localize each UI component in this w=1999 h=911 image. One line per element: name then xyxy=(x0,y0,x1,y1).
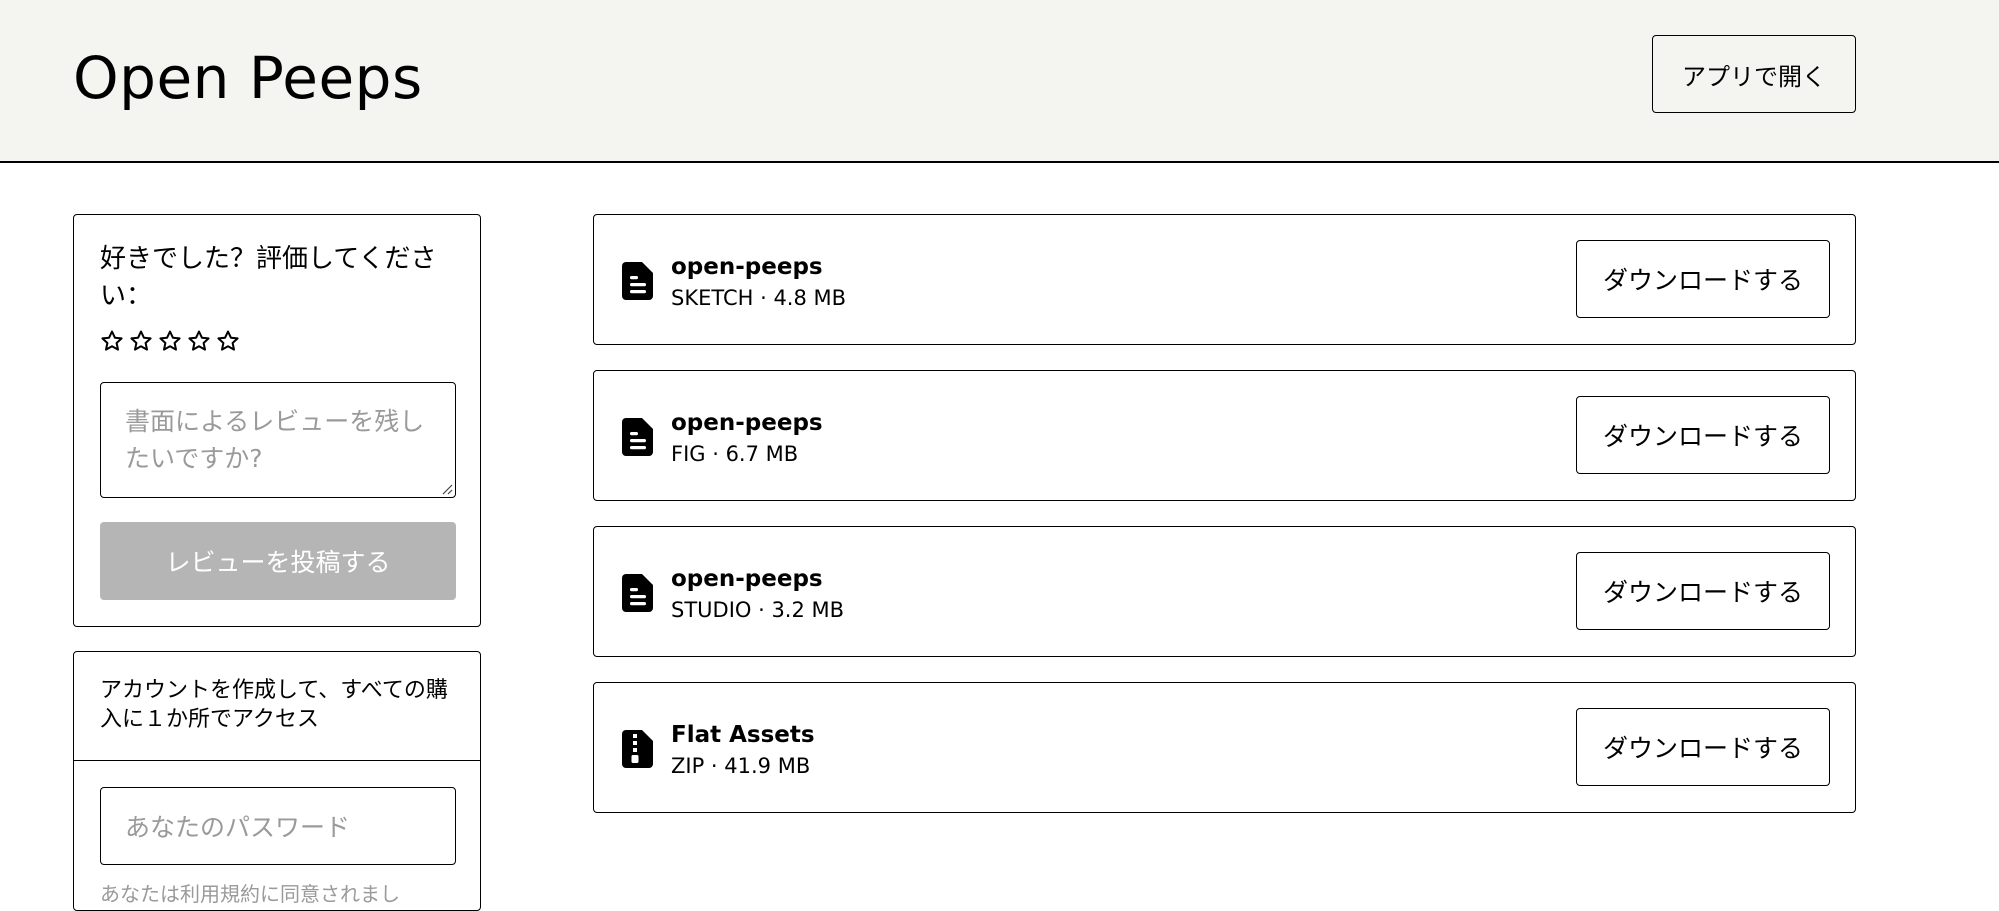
star-rating[interactable] xyxy=(100,329,240,353)
file-text-icon xyxy=(622,418,653,456)
download-button[interactable]: ダウンロードする xyxy=(1576,552,1830,630)
post-review-button[interactable]: レビューを投稿する xyxy=(100,522,456,600)
divider xyxy=(74,760,480,761)
file-meta: SKETCH · 4.8 MB xyxy=(671,286,847,310)
star-icon-1[interactable] xyxy=(100,329,124,353)
password-placeholder: あなたのパスワード xyxy=(125,813,351,842)
download-button[interactable]: ダウンロードする xyxy=(1576,240,1830,318)
file-name: open-peeps xyxy=(671,254,823,280)
file-meta: FIG · 6.7 MB xyxy=(671,442,799,466)
file-text-icon xyxy=(622,574,653,612)
star-icon-5[interactable] xyxy=(216,329,240,353)
download-button[interactable]: ダウンロードする xyxy=(1576,708,1830,786)
top-header: Open Peeps アプリで開く xyxy=(0,0,1999,163)
star-icon-2[interactable] xyxy=(129,329,153,353)
file-text-icon xyxy=(622,262,653,300)
review-card: 好きでした？評価してください： 書面によるレビューを残したいですか? レビューを… xyxy=(73,214,481,627)
star-icon-4[interactable] xyxy=(187,329,211,353)
file-zip-icon xyxy=(622,730,653,768)
page-title: Open Peeps xyxy=(73,44,423,112)
file-name: Flat Assets xyxy=(671,722,815,748)
download-button[interactable]: ダウンロードする xyxy=(1576,396,1830,474)
terms-text: あなたは利用規約に同意されまし xyxy=(100,882,400,906)
file-name: open-peeps xyxy=(671,566,823,592)
resize-grip-icon[interactable] xyxy=(439,481,453,495)
file-card: open-peeps SKETCH · 4.8 MB ダウンロードする xyxy=(593,214,1856,345)
review-textarea-placeholder: 書面によるレビューを残したいですか? xyxy=(125,407,425,473)
review-prompt: 好きでした？評価してください： xyxy=(100,244,437,311)
file-card: open-peeps STUDIO · 3.2 MB ダウンロードする xyxy=(593,526,1856,657)
file-card: Flat Assets ZIP · 41.9 MB ダウンロードする xyxy=(593,682,1856,813)
file-name: open-peeps xyxy=(671,410,823,436)
account-card: アカウントを作成して、すべての購入に１か所でアクセス あなたのパスワード あなた… xyxy=(73,651,481,911)
open-in-app-button[interactable]: アプリで開く xyxy=(1652,35,1856,113)
password-input[interactable]: あなたのパスワード xyxy=(100,787,456,865)
account-prompt: アカウントを作成して、すべての購入に１か所でアクセス xyxy=(100,678,448,732)
star-icon-3[interactable] xyxy=(158,329,182,353)
file-card: open-peeps FIG · 6.7 MB ダウンロードする xyxy=(593,370,1856,501)
file-meta: STUDIO · 3.2 MB xyxy=(671,598,845,622)
file-meta: ZIP · 41.9 MB xyxy=(671,754,811,778)
review-textarea[interactable]: 書面によるレビューを残したいですか? xyxy=(100,382,456,498)
